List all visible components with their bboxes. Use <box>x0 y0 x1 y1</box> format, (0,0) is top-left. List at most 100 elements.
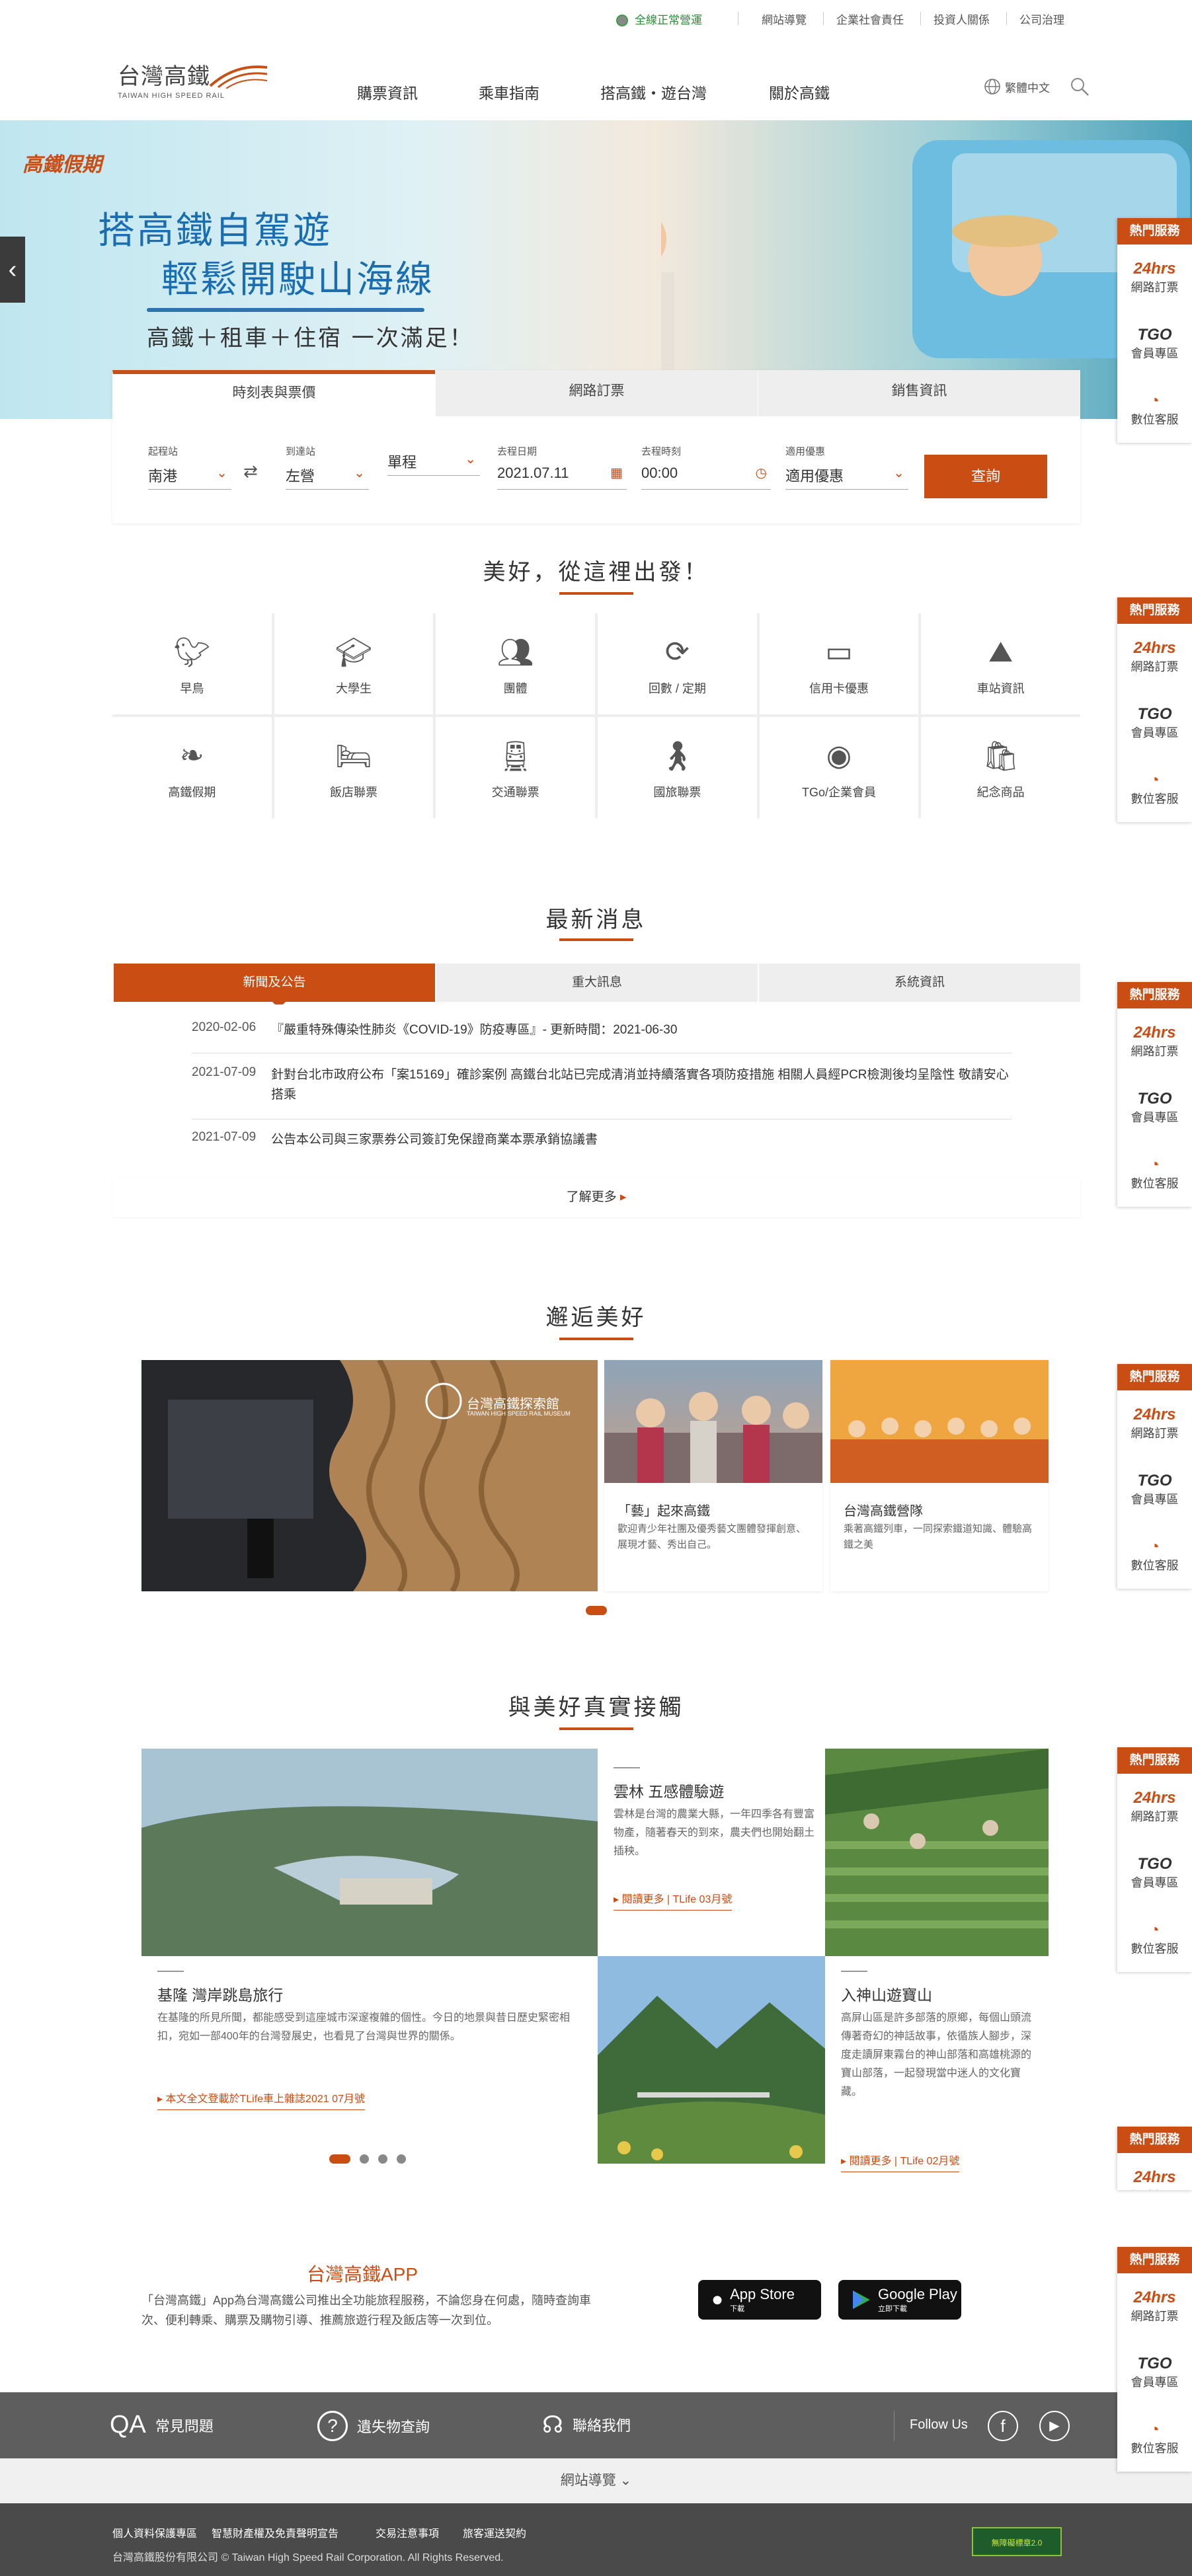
tab-news[interactable]: 新聞及公告 <box>112 964 435 1002</box>
news-item[interactable]: 2021-07-09 公告本公司與三家票券公司簽訂免保證商業本票承銷協議書 <box>192 1130 1012 1156</box>
service-hotel[interactable]: 🛏︎ 飯店聯票 <box>274 717 434 818</box>
search-icon[interactable] <box>1070 77 1090 96</box>
encounter-card[interactable]: 台灣高鐵營隊 乘著高鐵列車，一同探索鐵道知識、體驗高鐵之美 <box>830 1360 1049 1591</box>
service-early-bird[interactable]: 🐦︎ 早鳥 <box>112 613 272 714</box>
app-title: 台灣高鐵APP <box>307 2264 418 2285</box>
mountain-read-more[interactable]: ▸ 閱讀更多 | TLife 02月號 <box>841 2152 960 2172</box>
nav-about[interactable]: 關於高鐵 <box>769 81 830 103</box>
language-switch[interactable]: 繁體中文 <box>984 78 1050 95</box>
carousel-dot[interactable] <box>378 2154 387 2164</box>
policy-link[interactable]: 旅客運送契約 <box>463 2524 526 2540</box>
yunlin-card[interactable]: 雲林 五感體驗遊 雲林是台灣的農業大縣，一年四季各有豐富物產，隨著春天的到來，農… <box>598 1749 825 1956</box>
mountain-photo[interactable] <box>598 1956 825 2164</box>
app-store-button[interactable]: ● App Store 下載 <box>698 2280 821 2320</box>
search-button[interactable]: 查詢 <box>924 455 1047 498</box>
side-digital-service[interactable]: ◔ 數位客服 <box>1117 1523 1192 1589</box>
nav-ticket-info[interactable]: 購票資訊 <box>357 81 418 103</box>
departure-date-input[interactable]: 去程日期 2021.07.11 ▦ <box>497 444 627 490</box>
swap-stations-icon[interactable]: ⇄ <box>243 461 258 482</box>
policy-link[interactable]: 交易注意事項 <box>376 2524 439 2540</box>
side-digital-service[interactable]: ◔ 數位客服 <box>1117 756 1192 822</box>
side-member[interactable]: TGO 會員專區 <box>1117 1457 1192 1523</box>
museum-photo[interactable]: 台灣高鐵探索館 TAIWAN HIGH SPEED RAIL MUSEUM <box>141 1360 598 1591</box>
touch-panel: 雲林 五感體驗遊 雲林是台灣的農業大縣，一年四季各有豐富物產，隨著春天的到來，農… <box>141 1749 1049 2191</box>
news-more-link[interactable]: 了解更多 ▸ <box>112 1178 1080 1217</box>
facebook-icon[interactable]: f <box>988 2411 1018 2441</box>
nav-guide[interactable]: 乘車指南 <box>479 81 539 103</box>
caret-right-icon: ▸ <box>157 2094 166 2105</box>
24hrs-icon: 24hrs <box>1133 1406 1176 1423</box>
booking-tabs: 時刻表與票價 網路訂票 銷售資訊 <box>112 370 1080 416</box>
service-member[interactable]: ◉ TGo/企業會員 <box>759 717 919 818</box>
tgo-icon: TGO <box>1137 326 1172 344</box>
footer-lost-found[interactable]: ? 遺失物查詢 <box>317 2411 430 2441</box>
side-digital-service[interactable]: ◔ 數位客服 <box>1117 377 1192 443</box>
tab-system-info[interactable]: 系統資訊 <box>758 964 1080 1002</box>
side-digital-service[interactable]: ◔ 數位客服 <box>1117 2406 1192 2472</box>
carousel-dot-active[interactable] <box>586 1606 607 1615</box>
footer-sitemap-toggle[interactable]: 網站導覽 ⌄ <box>0 2458 1192 2503</box>
service-student[interactable]: 🎓︎ 大學生 <box>274 613 434 714</box>
policy-link[interactable]: 智慧財產權及免責聲明宣告 <box>212 2524 338 2540</box>
service-group[interactable]: 👥︎ 團體 <box>436 613 595 714</box>
keelung-read-more[interactable]: ▸ 本文全文登載於TLife車上雜誌2021 07月號 <box>157 2090 365 2110</box>
footer-contact[interactable]: ☊ 聯絡我們 <box>542 2411 631 2439</box>
google-play-button[interactable]: Google Play 立即下載 <box>838 2280 961 2320</box>
side-online-booking[interactable]: 24hrs網路訂票 <box>1117 1390 1192 1457</box>
youtube-icon[interactable]: ▶ <box>1039 2411 1070 2441</box>
side-online-booking[interactable]: 24hrs網路訂票 <box>1117 245 1192 311</box>
service-multi-ride[interactable]: ⟳ 回數 / 定期 <box>598 613 757 714</box>
carousel-dot[interactable] <box>397 2154 406 2164</box>
side-online-booking[interactable]: 24hrs網路訂票 <box>1117 2273 1192 2339</box>
side-online-booking[interactable]: 24hrs網路訂票 <box>1117 1774 1192 1840</box>
side-online-booking[interactable]: 24hrs網路訂票 <box>1117 1008 1192 1075</box>
carousel-dot[interactable] <box>360 2154 369 2164</box>
yunlin-read-more[interactable]: ▸ 閱讀更多 | TLife 03月號 <box>614 1890 733 1911</box>
news-item[interactable]: 2021-07-09 針對台北市政府公布「案15169」確診案例 高鐵台北站已完成… <box>192 1065 1012 1119</box>
accessibility-badge[interactable]: 無障礙標章2.0 <box>972 2527 1062 2556</box>
feather-icon: ❧ <box>179 739 204 772</box>
service-credit-card[interactable]: ▭ 信用卡優惠 <box>759 613 919 714</box>
departure-station-select[interactable]: 起程站 南港 ⌄ <box>148 444 231 490</box>
link-investor[interactable]: 投資人關係 <box>934 11 990 27</box>
side-member[interactable]: TGO 會員專區 <box>1117 1840 1192 1906</box>
nav-travel[interactable]: 搭高鐵・遊台灣 <box>600 81 707 103</box>
24hrs-icon: 24hrs <box>1133 2289 1176 2306</box>
service-souvenir[interactable]: 🛍︎ 紀念商品 <box>921 717 1080 818</box>
service-domestic-travel[interactable]: 🚶︎ 國旅聯票 <box>598 717 757 818</box>
hero-prev-arrow[interactable]: ‹ <box>0 237 25 303</box>
service-holiday[interactable]: ❧ 高鐵假期 <box>112 717 272 818</box>
service-station[interactable]: ⛰︎ 車站資訊 <box>921 613 1080 714</box>
side-member[interactable]: TGO 會員專區 <box>1117 690 1192 756</box>
keelung-photo[interactable] <box>141 1749 598 1956</box>
encounter-card[interactable]: 「藝」起來高鐵 歡迎青少年社團及優秀藝文團體發揮創意、展現才藝、秀出自己。 <box>604 1360 822 1591</box>
side-member[interactable]: TGO 會員專區 <box>1117 2339 1192 2406</box>
side-member[interactable]: TGO 會員專區 <box>1117 311 1192 377</box>
hot-services-widget: 熱門服務 24hrs 網路訂票 TGO 會員專區 ◔ 數位客服 <box>1117 1364 1192 1589</box>
trip-type-select[interactable]: 單程 ⌄ <box>387 444 480 476</box>
arrival-station-select[interactable]: 到達站 左營 ⌄ <box>286 444 369 490</box>
link-governance[interactable]: 公司治理 <box>1019 11 1064 27</box>
farm-photo[interactable] <box>825 1749 1049 1956</box>
thsr-logo[interactable]: 台灣高鐵 TAIWAN HIGH SPEED RAIL <box>118 58 268 100</box>
side-digital-service[interactable]: ◔ 數位客服 <box>1117 1906 1192 1972</box>
discount-select[interactable]: 適用優惠 適用優惠 ⌄ <box>785 444 908 490</box>
news-item[interactable]: 2020-02-06 『嚴重特殊傳染性肺炎《COVID-19》防疫專區』- 更新時… <box>192 1020 1012 1053</box>
tab-timetable[interactable]: 時刻表與票價 <box>112 370 435 416</box>
tab-major-info[interactable]: 重大訊息 <box>435 964 758 1002</box>
side-online-booking[interactable]: 24hrs網路訂票 <box>1117 2153 1192 2190</box>
tab-sales-info[interactable]: 銷售資訊 <box>758 370 1080 416</box>
policy-link[interactable]: 個人資料保護專區 <box>112 2524 197 2540</box>
mountain-card[interactable]: 入神山遊寶山 高屏山區是許多部落的原鄉，每個山頭流傳著奇幻的神話故事，依循族人腳… <box>825 1956 1049 2191</box>
side-online-booking[interactable]: 24hrs網路訂票 <box>1117 624 1192 690</box>
link-csr[interactable]: 企業社會責任 <box>836 11 904 27</box>
link-sitemap[interactable]: 網站導覽 <box>762 11 807 27</box>
side-digital-service[interactable]: ◔ 數位客服 <box>1117 1141 1192 1207</box>
carousel-dot[interactable] <box>329 2154 350 2164</box>
departure-time-input[interactable]: 去程時刻 00:00 ◷ <box>641 444 771 490</box>
footer-faq[interactable]: QA 常見問題 <box>110 2411 214 2439</box>
keelung-card[interactable]: 基隆 灣岸跳島旅行 在基隆的所見所聞，都能感受到這座城市深邃複雜的個性。今日的地… <box>141 1956 598 2191</box>
side-member[interactable]: TGO 會員專區 <box>1117 1075 1192 1141</box>
service-transport[interactable]: 🚆︎ 交通聯票 <box>436 717 595 818</box>
tab-online-booking[interactable]: 網路訂票 <box>435 370 758 416</box>
